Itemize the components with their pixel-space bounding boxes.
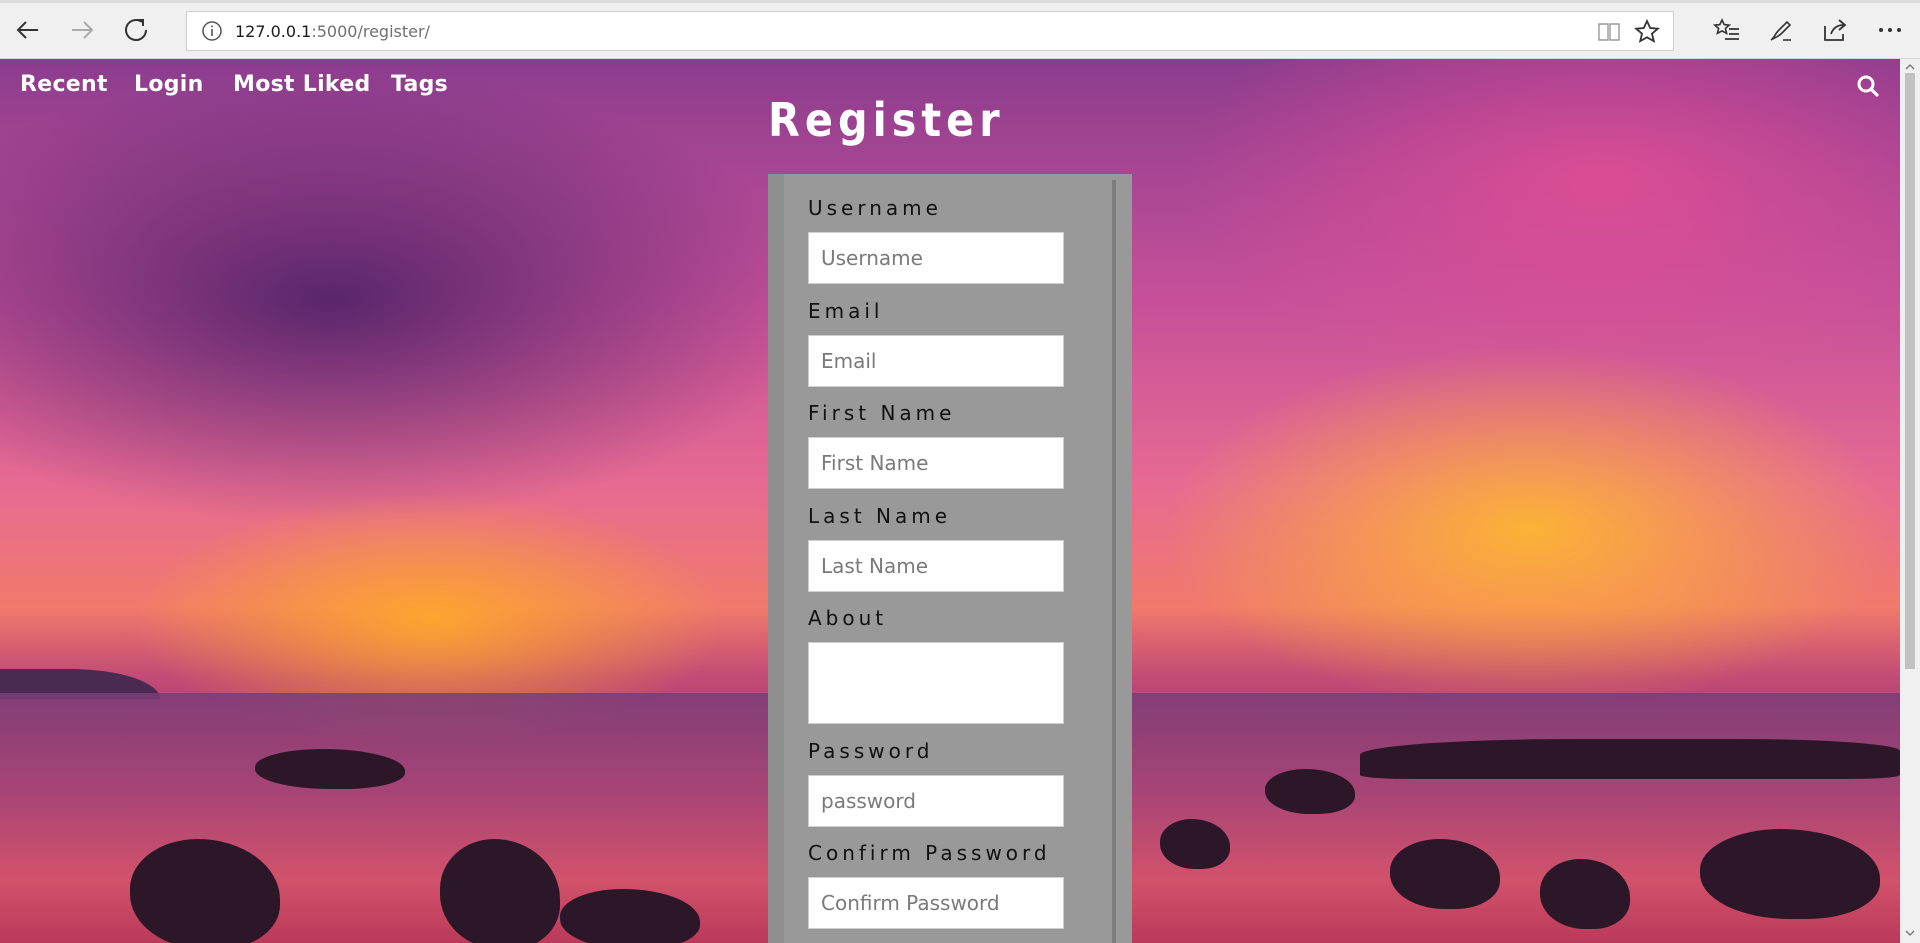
nav-link-most-liked[interactable]: Most Liked xyxy=(233,72,371,97)
email-label: Email xyxy=(808,299,884,323)
search-icon[interactable] xyxy=(1856,74,1880,98)
about-label: About xyxy=(808,606,888,630)
address-bar[interactable]: 127.0.0.1:5000/register/ xyxy=(186,11,1674,51)
password-label: Password xyxy=(808,739,934,763)
forward-arrow-icon[interactable] xyxy=(60,10,104,50)
page-scrollbar[interactable] xyxy=(1900,59,1920,943)
last-name-field[interactable] xyxy=(808,540,1064,592)
about-field[interactable] xyxy=(808,642,1064,724)
form-panel-edge xyxy=(768,174,784,943)
register-form: Username Email First Name Last Name Abou… xyxy=(768,174,1132,943)
first-name-label: First Name xyxy=(808,401,956,425)
page-title: Register xyxy=(768,93,1005,147)
first-name-field[interactable] xyxy=(808,437,1064,489)
info-icon[interactable] xyxy=(201,20,223,42)
nav-link-recent[interactable]: Recent xyxy=(20,72,108,97)
favorites-list-icon[interactable] xyxy=(1709,12,1745,48)
scroll-down-icon[interactable] xyxy=(1904,927,1916,939)
scrollbar-thumb[interactable] xyxy=(1905,73,1915,669)
confirm-password-label: Confirm Password xyxy=(808,841,1051,865)
nav-link-login[interactable]: Login xyxy=(134,72,204,97)
browser-toolbar: 127.0.0.1:5000/register/ xyxy=(0,0,1920,59)
form-panel-edge xyxy=(1112,180,1116,943)
background-rock xyxy=(1360,739,1900,779)
page-background: Recent Login Most Liked Tags Register Us… xyxy=(0,59,1900,943)
reading-view-icon[interactable] xyxy=(1597,20,1621,44)
more-icon[interactable] xyxy=(1872,12,1908,48)
share-icon[interactable] xyxy=(1817,12,1853,48)
scroll-up-icon[interactable] xyxy=(1904,61,1916,73)
pen-icon[interactable] xyxy=(1763,12,1799,48)
confirm-password-field[interactable] xyxy=(808,877,1064,929)
username-label: Username xyxy=(808,196,942,220)
last-name-label: Last Name xyxy=(808,504,952,528)
back-arrow-icon[interactable] xyxy=(6,10,50,50)
refresh-icon[interactable] xyxy=(114,10,158,50)
nav-link-tags[interactable]: Tags xyxy=(391,72,448,97)
tab-strip xyxy=(0,0,1920,3)
password-field[interactable] xyxy=(808,775,1064,827)
star-icon[interactable] xyxy=(1633,18,1661,46)
background-rock xyxy=(255,749,405,789)
username-field[interactable] xyxy=(808,232,1064,284)
address-url: 127.0.0.1:5000/register/ xyxy=(235,21,430,41)
email-field[interactable] xyxy=(808,335,1064,387)
